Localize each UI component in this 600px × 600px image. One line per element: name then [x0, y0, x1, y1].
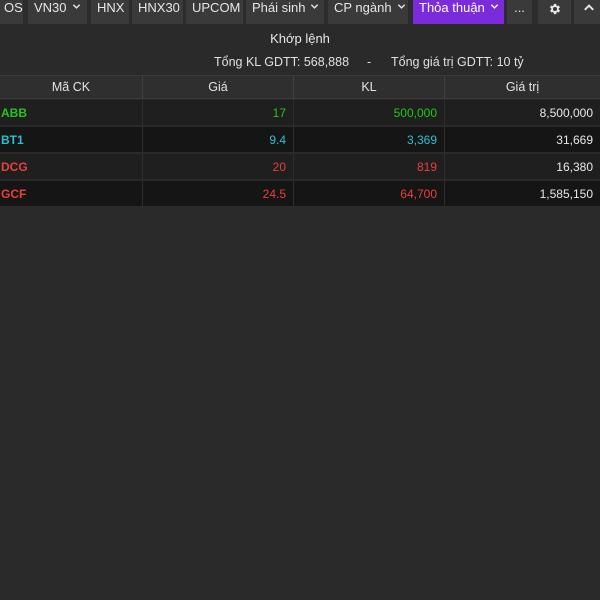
- table-row[interactable]: ABB 17 500,000 8,500,000: [0, 100, 600, 126]
- table-row[interactable]: GCF 24.5 64,700 1,585,150: [0, 181, 600, 207]
- chevron-down-icon: [310, 2, 319, 11]
- summary-separator: -: [367, 55, 372, 69]
- more-label: ...: [514, 0, 525, 15]
- collapse-button[interactable]: [574, 0, 600, 24]
- volume-cell: 500,000: [294, 100, 445, 126]
- column-header-symbol[interactable]: Mã CK: [0, 76, 143, 98]
- volume-cell: 64,700: [294, 181, 445, 207]
- market-tab-bar: OSE VN30 HNX HNX30 UPCOM Phái sinh CP ng…: [0, 0, 600, 24]
- settings-button[interactable]: [538, 0, 571, 24]
- value-cell: 31,669: [556, 133, 593, 147]
- column-header-volume[interactable]: KL: [294, 76, 445, 98]
- summary-bar: Tổng KL GDTT: 568,888 - Tổng giá trị GDT…: [0, 52, 600, 72]
- symbol-cell[interactable]: DCG: [0, 154, 143, 180]
- more-tabs-button[interactable]: ...: [507, 0, 532, 24]
- tab-hnx[interactable]: HNX: [91, 0, 129, 24]
- tab-label: CP ngành: [334, 0, 392, 15]
- total-volume: Tổng KL GDTT: 568,888: [214, 55, 350, 69]
- tab-phai-sinh[interactable]: Phái sinh: [246, 0, 324, 24]
- gear-icon: [548, 3, 562, 19]
- tab-vn30[interactable]: VN30: [28, 0, 87, 24]
- value-cell: 16,380: [556, 160, 593, 174]
- total-value: Tổng giá trị GDTT: 10 tỷ: [391, 55, 524, 69]
- volume-cell: 3,369: [294, 127, 445, 153]
- tab-hose[interactable]: OSE: [0, 0, 23, 24]
- symbol-cell[interactable]: GCF: [0, 181, 143, 207]
- value-cell: 1,585,150: [539, 187, 593, 201]
- price-cell: 20: [143, 154, 294, 180]
- section-title: Khớp lệnh: [0, 28, 600, 50]
- price-cell: 17: [143, 100, 294, 126]
- volume-cell: 819: [294, 154, 445, 180]
- price-cell: 9.4: [143, 127, 294, 153]
- tab-label: Phái sinh: [252, 0, 306, 15]
- tab-label: HNX: [97, 0, 125, 15]
- tab-label: HNX30: [138, 0, 180, 15]
- tab-label: Thỏa thuận: [419, 0, 485, 15]
- table-row[interactable]: DCG 20 819 16,380: [0, 154, 600, 180]
- column-header-value[interactable]: Giá trị: [445, 76, 600, 98]
- price-cell: 24.5: [143, 181, 294, 207]
- chevron-down-icon: [397, 2, 406, 11]
- tab-thoa-thuan[interactable]: Thỏa thuận: [413, 0, 504, 24]
- chevron-down-icon: [72, 2, 81, 11]
- tab-upcom[interactable]: UPCOM: [186, 0, 243, 24]
- chevron-up-icon: [583, 2, 595, 17]
- value-cell: 8,500,000: [539, 106, 593, 120]
- tab-label: OSE: [4, 0, 23, 15]
- table-header: Mã CK Giá KL Giá trị: [0, 75, 600, 99]
- chevron-down-icon: [490, 2, 499, 11]
- column-header-price[interactable]: Giá: [143, 76, 294, 98]
- tab-cp-nganh[interactable]: CP ngành: [328, 0, 408, 24]
- tab-hnx30[interactable]: HNX30: [132, 0, 183, 24]
- symbol-cell[interactable]: BT1: [0, 127, 143, 153]
- table-row[interactable]: BT1 9.4 3,369 31,669: [0, 127, 600, 153]
- tab-label: VN30: [34, 0, 67, 15]
- tab-label: UPCOM: [192, 0, 241, 15]
- symbol-cell[interactable]: ABB: [0, 100, 143, 126]
